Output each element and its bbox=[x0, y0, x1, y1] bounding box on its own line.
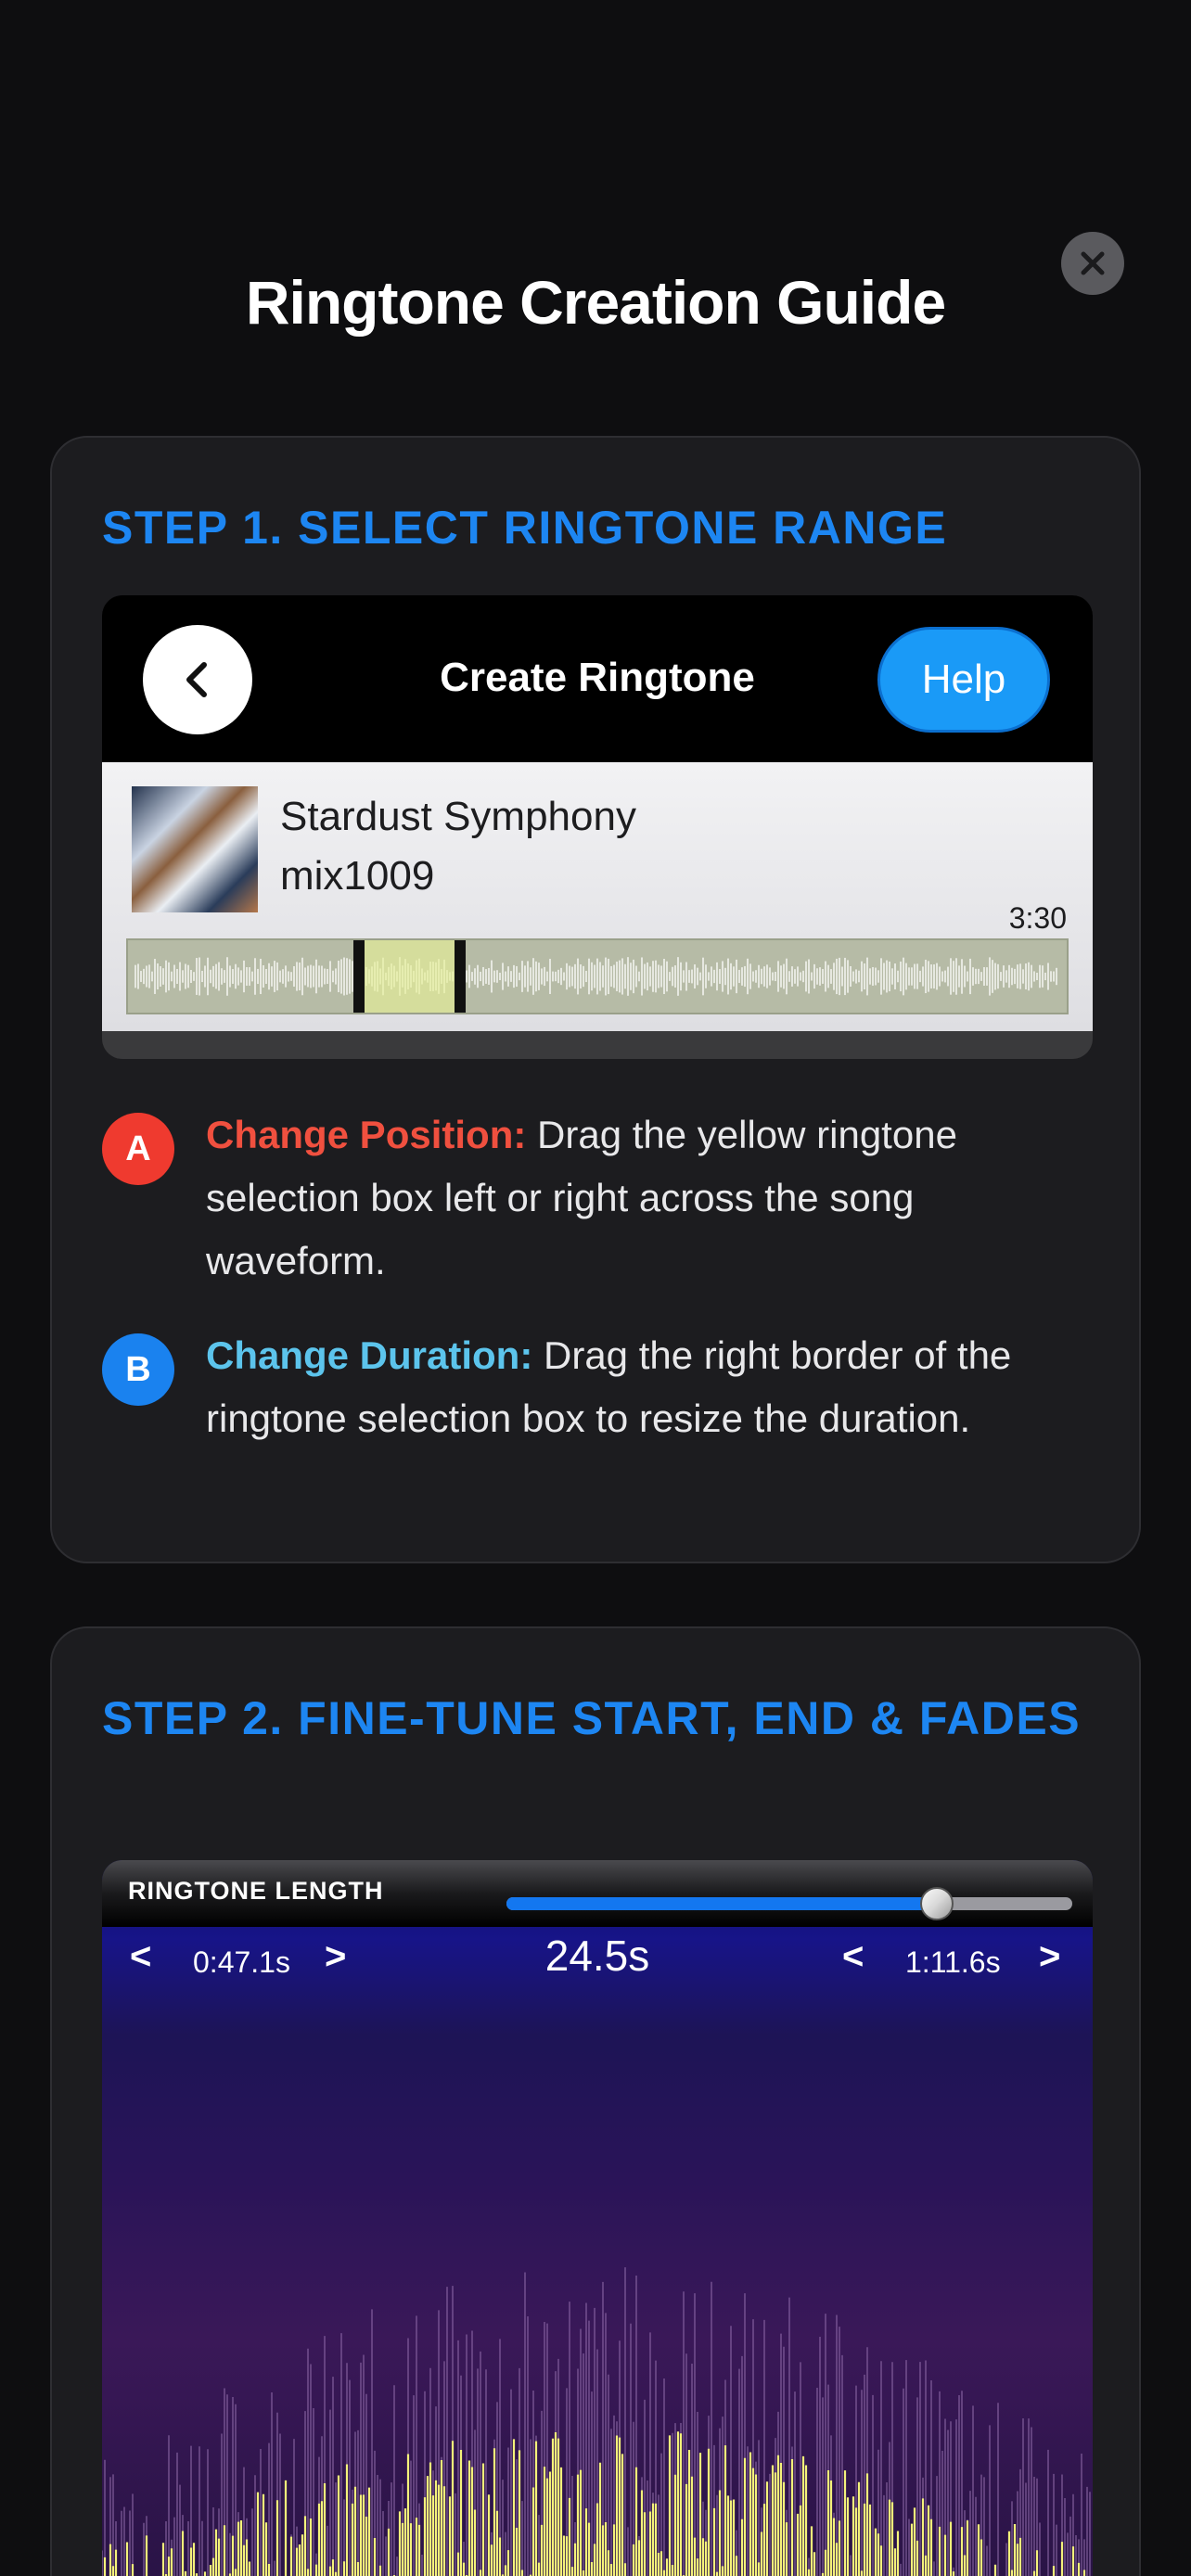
song-duration: 3:30 bbox=[1008, 901, 1067, 935]
time-controls: < 0:47.1s > 24.5s < 1:11.6s > bbox=[102, 1927, 1093, 2010]
waveform-graphic bbox=[134, 957, 1057, 996]
ringtone-length-label: RINGTONE LENGTH bbox=[128, 1877, 384, 1905]
end-decrement-button: < bbox=[842, 1936, 864, 1977]
album-art bbox=[132, 786, 258, 912]
screenshot-bottom-edge bbox=[102, 1031, 1093, 1059]
badge-b: B bbox=[102, 1333, 174, 1406]
song-waveform bbox=[126, 938, 1069, 1014]
step2-title: STEP 2. FINE-TUNE START, END & FADES bbox=[102, 1692, 1082, 1744]
length-slider bbox=[506, 1887, 1072, 1920]
step2-screenshot: RINGTONE LENGTH < 0:47.1s > 24.5s < 1:11… bbox=[102, 1860, 1093, 2576]
instruction-b-keyword: Change Duration: bbox=[206, 1333, 533, 1377]
instruction-b-text: Change Duration: Drag the right border o… bbox=[206, 1324, 1087, 1450]
instruction-a-text: Change Position: Drag the yellow rington… bbox=[206, 1103, 1087, 1293]
step1-card: STEP 1. SELECT RINGTONE RANGE Create Rin… bbox=[50, 436, 1141, 1563]
song-panel: Stardust Symphony mix1009 3:30 bbox=[102, 762, 1093, 1031]
end-increment-button: > bbox=[1039, 1936, 1061, 1977]
step1-title: STEP 1. SELECT RINGTONE RANGE bbox=[102, 502, 948, 554]
length-slider-thumb bbox=[919, 1887, 954, 1920]
song-name: Stardust Symphony bbox=[280, 794, 636, 839]
song-artist: mix1009 bbox=[280, 853, 435, 899]
step2-card: STEP 2. FINE-TUNE START, END & FADES RIN… bbox=[50, 1626, 1141, 2576]
end-time: 1:11.6s bbox=[905, 1945, 1001, 1979]
ringtone-waveform bbox=[102, 2267, 1091, 2576]
help-button: Help bbox=[877, 627, 1050, 733]
instruction-a-keyword: Change Position: bbox=[206, 1113, 527, 1156]
guide-page: Ringtone Creation Guide STEP 1. SELECT R… bbox=[0, 0, 1191, 2576]
page-title: Ringtone Creation Guide bbox=[245, 268, 946, 337]
ringtone-selection-box bbox=[352, 940, 467, 1013]
badge-a: A bbox=[102, 1113, 174, 1185]
ringtone-length-bar: RINGTONE LENGTH bbox=[102, 1860, 1093, 1927]
create-ringtone-header: Create Ringtone Help bbox=[102, 595, 1093, 762]
step1-screenshot: Create Ringtone Help Stardust Symphony m… bbox=[102, 595, 1093, 1059]
length-slider-fill bbox=[506, 1897, 937, 1910]
